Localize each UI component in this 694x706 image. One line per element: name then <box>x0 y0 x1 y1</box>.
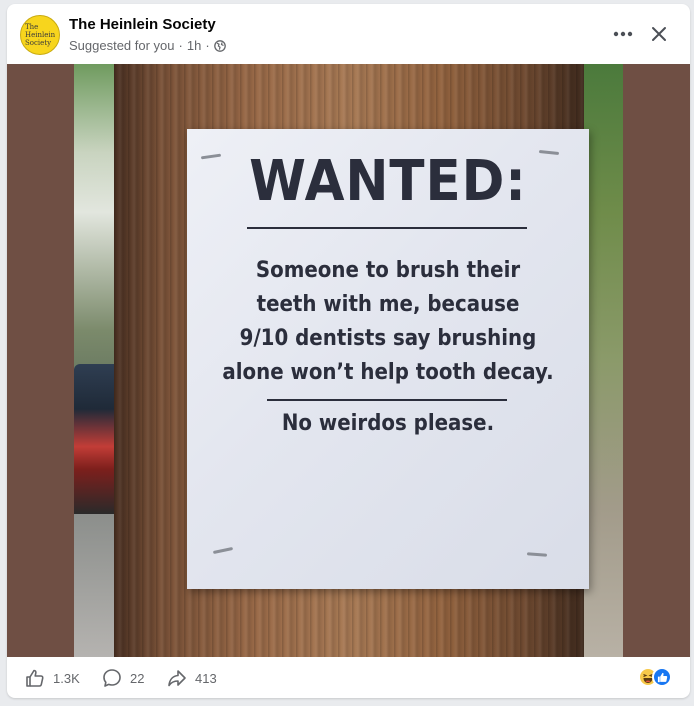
poster-footer: No weirdos please. <box>281 411 495 436</box>
meta-separator: · <box>205 38 210 53</box>
footer-rule <box>267 399 507 401</box>
globe-icon <box>213 39 226 52</box>
poster-heading: WANTED: <box>249 149 527 214</box>
like-count: 1.3K <box>53 670 80 686</box>
post-meta: Suggested for you · 1h · <box>69 38 226 53</box>
like-reaction-icon <box>652 667 672 687</box>
wanted-poster: WANTED: Someone to brush their teeth wit… <box>187 129 589 589</box>
more-options-icon <box>613 31 633 37</box>
photo-car <box>74 364 119 514</box>
comment-button[interactable]: 22 <box>102 663 144 693</box>
page-name-link[interactable]: The Heinlein Society <box>69 16 216 33</box>
share-icon <box>168 670 186 687</box>
post-header: The Heinlein Society The Heinlein Societ… <box>7 4 690 64</box>
reaction-summary[interactable] <box>638 667 678 687</box>
poster-body-line: alone won’t help tooth decay. <box>222 360 554 385</box>
post-photo: WANTED: Someone to brush their teeth wit… <box>74 64 623 657</box>
thumbs-up-icon <box>26 669 44 687</box>
meta-separator: · <box>178 38 183 53</box>
wooden-pole: WANTED: Someone to brush their teeth wit… <box>114 64 589 657</box>
post-card: The Heinlein Society The Heinlein Societ… <box>7 4 690 698</box>
staple <box>212 546 234 555</box>
poster-body-line: 9/10 dentists say brushing <box>239 326 537 351</box>
avatar-text-line: Society <box>25 39 52 47</box>
post-actions: 1.3K 22 413 <box>7 657 690 698</box>
comment-count: 22 <box>130 670 145 686</box>
share-count: 413 <box>195 670 217 686</box>
staple <box>526 552 548 557</box>
avatar-text-line: Heinlein <box>25 31 56 39</box>
share-button[interactable]: 413 <box>167 663 217 693</box>
close-icon <box>652 27 666 41</box>
poster-body-line: teeth with me, because <box>256 292 520 317</box>
heading-rule <box>247 227 527 229</box>
suggested-label: Suggested for you <box>69 38 175 53</box>
page-avatar[interactable]: The Heinlein Society <box>20 15 60 55</box>
avatar-text-line: The <box>25 23 39 31</box>
poster-body-line: Someone to brush their <box>255 258 521 283</box>
poster-body: Someone to brush their teeth with me, be… <box>187 254 589 390</box>
like-button[interactable]: 1.3K <box>25 663 80 693</box>
comment-icon <box>103 669 121 687</box>
post-media[interactable]: WANTED: Someone to brush their teeth wit… <box>7 64 690 657</box>
close-button[interactable] <box>643 18 675 50</box>
post-time[interactable]: 1h <box>187 38 201 53</box>
more-options-button[interactable] <box>607 20 639 48</box>
